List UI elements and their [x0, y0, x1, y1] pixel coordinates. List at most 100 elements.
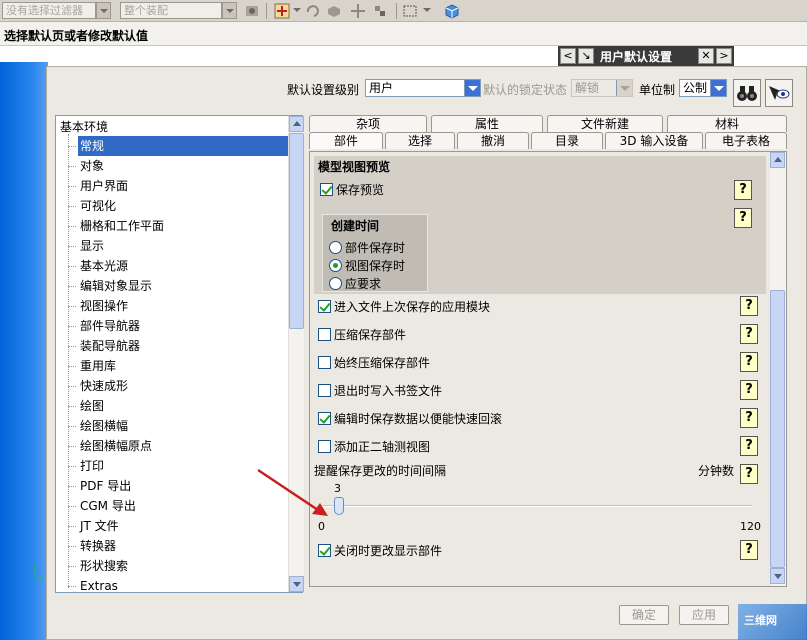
help-icon[interactable]: ?	[740, 436, 758, 456]
snap-dropdown[interactable]	[290, 2, 301, 19]
tab-row2-item[interactable]: 部件	[309, 132, 383, 149]
category-tree[interactable]: 基本环境 常规 对象 用户界面 可视化 栅格和工作平面 显示 基本光源 编辑对象显示 视图操作部…	[55, 115, 304, 596]
tree-item[interactable]: 基本光源	[78, 256, 128, 276]
undo-icon[interactable]	[304, 3, 320, 19]
tree-item[interactable]: 重用库	[78, 356, 116, 376]
tree-item[interactable]: 用户界面	[78, 176, 128, 196]
tab-row1-item[interactable]: 文件新建	[547, 115, 663, 132]
tree-item[interactable]: 形状搜索	[78, 556, 128, 576]
radio-on-part-save[interactable]	[329, 241, 342, 254]
snap-point-icon[interactable]	[274, 3, 290, 19]
tree-item[interactable]: 视图操作	[78, 296, 128, 316]
tree-item[interactable]: 显示	[78, 236, 104, 256]
tab-row2-item[interactable]: 撤消	[457, 132, 529, 149]
chevron-down-icon[interactable]	[710, 80, 726, 96]
tree-item[interactable]: 对象	[78, 156, 104, 176]
help-icon[interactable]: ?	[740, 324, 758, 344]
tree-item[interactable]: 绘图横幅	[78, 416, 128, 436]
view-cube-icon[interactable]	[444, 3, 460, 19]
scroll-thumb[interactable]	[770, 290, 785, 568]
default-level-value: 用户	[369, 81, 394, 95]
tree-item[interactable]: 装配导航器	[78, 336, 140, 356]
close-icon[interactable]: ✕	[698, 48, 714, 64]
lock-state-select[interactable]: 解锁	[571, 79, 633, 97]
tree-item[interactable]: 快速成形	[78, 376, 128, 396]
help-icon[interactable]: ?	[740, 540, 758, 560]
option-checkbox[interactable]	[318, 384, 331, 397]
solid-icon[interactable]	[326, 3, 342, 19]
default-level-select[interactable]: 用户	[365, 79, 481, 97]
tab-row1-item[interactable]: 材料	[667, 115, 787, 132]
panel-scrollbar[interactable]	[770, 152, 786, 586]
tree-item[interactable]: 可视化	[78, 196, 116, 216]
scroll-up-button[interactable]	[770, 152, 785, 168]
tab-row2-item[interactable]: 3D 输入设备	[605, 132, 703, 149]
title-next-button[interactable]: >	[716, 48, 732, 64]
help-icon[interactable]: ?	[740, 408, 758, 428]
option-checkbox[interactable]	[318, 440, 331, 453]
radio-on-demand[interactable]	[329, 277, 342, 290]
scroll-down-button[interactable]	[770, 568, 785, 584]
scroll-thumb[interactable]	[289, 133, 304, 329]
tree-item[interactable]: CGM 导出	[78, 496, 136, 516]
help-icon[interactable]: ?	[734, 180, 752, 200]
manage-current-settings-button[interactable]	[765, 79, 793, 107]
option-checkbox[interactable]	[318, 328, 331, 341]
rectangle-select-icon[interactable]	[402, 3, 418, 19]
close-change-display-checkbox[interactable]	[318, 544, 331, 557]
tree-item[interactable]: 绘图	[78, 396, 104, 416]
tree-item[interactable]: PDF 导出	[78, 476, 131, 496]
tab-row2-item[interactable]: 选择	[385, 132, 455, 149]
title-prev-button[interactable]: <	[560, 48, 576, 64]
option-checkbox[interactable]	[318, 412, 331, 425]
move-component-icon[interactable]	[350, 3, 366, 19]
help-icon[interactable]: ?	[740, 296, 758, 316]
selection-scope-dropdown[interactable]	[222, 2, 237, 19]
selection-filter-dropdown[interactable]	[96, 2, 111, 19]
tree-scrollbar[interactable]	[288, 116, 304, 592]
tree-item[interactable]: 打印	[78, 456, 104, 476]
tree-item[interactable]: JT 文件	[78, 516, 119, 536]
tab-row2-item[interactable]: 目录	[531, 132, 603, 149]
option-checkbox[interactable]	[318, 300, 331, 313]
title-collapse-icon[interactable]: ↘	[578, 48, 594, 64]
help-icon[interactable]: ?	[740, 380, 758, 400]
tree-item[interactable]: 栅格和工作平面	[78, 216, 164, 236]
tree-item[interactable]: 部件导航器	[78, 316, 140, 336]
tree-root-basic-environment[interactable]: 基本环境	[60, 118, 108, 135]
select-dropdown[interactable]	[420, 2, 431, 19]
filter-settings-icon[interactable]	[244, 3, 260, 19]
unit-system-select[interactable]: 公制	[679, 79, 727, 97]
scroll-up-button[interactable]	[289, 116, 304, 132]
chevron-down-icon[interactable]	[464, 80, 480, 96]
tab-row2-item[interactable]: 电子表格	[705, 132, 787, 149]
save-interval-slider-thumb[interactable]	[334, 497, 344, 515]
tree-connector	[68, 286, 76, 287]
scroll-down-button[interactable]	[289, 576, 304, 592]
selection-scope-combo[interactable]: 整个装配	[120, 2, 222, 19]
tab-row1-item[interactable]: 属性	[431, 115, 543, 132]
ok-button[interactable]: 确定	[619, 605, 669, 625]
tree-item[interactable]: 绘图横幅原点	[78, 436, 152, 456]
tab-row1-item[interactable]: 杂项	[309, 115, 427, 132]
selection-filter-combo[interactable]: 没有选择过滤器	[2, 2, 96, 19]
tree-item[interactable]: 转换器	[78, 536, 116, 556]
help-icon[interactable]: ?	[734, 208, 752, 228]
save-interval-slider-track[interactable]	[322, 505, 752, 507]
dialog-title-bar[interactable]: < ↘ 用户默认设置 ✕ >	[558, 46, 734, 66]
help-icon[interactable]: ?	[740, 464, 758, 484]
tree-connector	[68, 246, 76, 247]
tree-item[interactable]: 常规	[78, 136, 288, 156]
help-icon[interactable]: ?	[740, 352, 758, 372]
apply-button[interactable]: 应用	[679, 605, 729, 625]
assembly-constraint-icon[interactable]	[372, 3, 388, 19]
find-button[interactable]	[733, 79, 761, 107]
chevron-down-icon[interactable]	[616, 80, 632, 96]
save-preview-checkbox[interactable]	[320, 183, 333, 196]
option-label: 始终压缩保存部件	[334, 356, 431, 370]
group-title: 模型视图预览	[318, 160, 391, 174]
tree-item[interactable]: Extras	[78, 576, 118, 596]
tree-item[interactable]: 编辑对象显示	[78, 276, 152, 296]
radio-on-view-save[interactable]	[329, 259, 342, 272]
option-checkbox[interactable]	[318, 356, 331, 369]
